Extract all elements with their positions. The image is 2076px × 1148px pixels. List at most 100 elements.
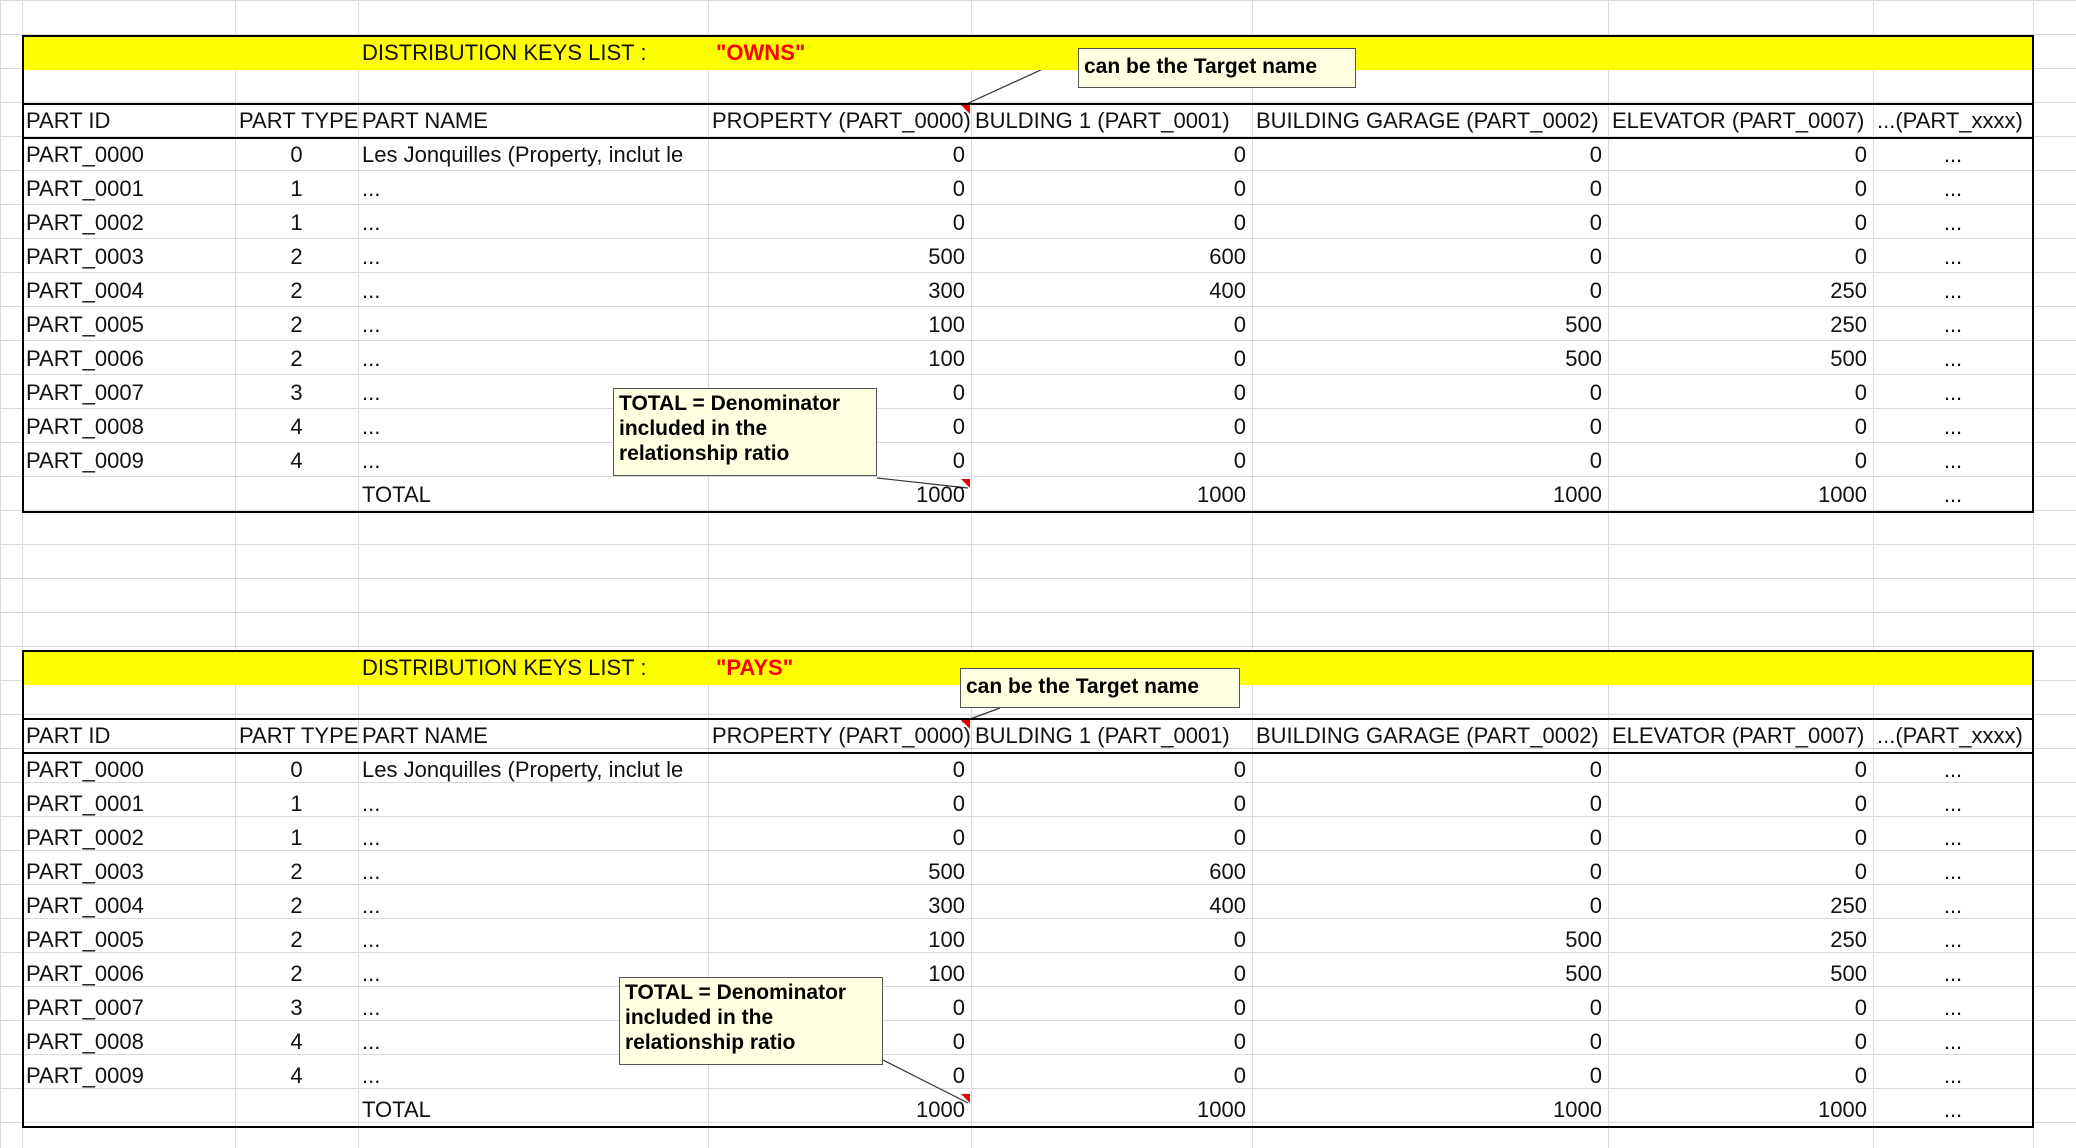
- owns-table-cell[interactable]: ...: [358, 274, 708, 308]
- pays-table-cell[interactable]: ...: [1873, 889, 2033, 923]
- owns-table-cell[interactable]: 1: [235, 172, 358, 206]
- owns-part-id-cell[interactable]: PART_0003: [22, 240, 235, 274]
- owns-table-cell[interactable]: 0: [971, 138, 1252, 172]
- pays-table-cell[interactable]: 0: [1608, 753, 1873, 787]
- owns-table-cell[interactable]: ...: [1873, 240, 2033, 274]
- pays-table-cell[interactable]: ...: [1873, 787, 2033, 821]
- pays-total-cell[interactable]: 1000: [1252, 1093, 1608, 1127]
- owns-list-name[interactable]: "OWNS": [712, 36, 912, 70]
- owns-table-cell[interactable]: 0: [708, 172, 971, 206]
- pays-table-cell[interactable]: 0: [1608, 1025, 1873, 1059]
- owns-table-cell[interactable]: 1: [235, 206, 358, 240]
- owns-table-cell[interactable]: 100: [708, 342, 971, 376]
- pays-table-cell[interactable]: ...: [1873, 753, 2033, 787]
- pays-list-name[interactable]: "PAYS": [712, 651, 912, 685]
- owns-total-cell[interactable]: 1000: [708, 478, 971, 512]
- owns-column-header[interactable]: PART ID: [22, 104, 235, 138]
- owns-table-cell[interactable]: ...: [358, 172, 708, 206]
- pays-part-id-cell[interactable]: PART_0008: [22, 1025, 235, 1059]
- owns-total-cell[interactable]: 1000: [1252, 478, 1608, 512]
- pays-total-cell[interactable]: [22, 1093, 235, 1127]
- owns-table-cell[interactable]: ...: [358, 240, 708, 274]
- owns-table-cell[interactable]: 0: [1252, 172, 1608, 206]
- pays-table-cell[interactable]: ...: [358, 923, 708, 957]
- pays-total-cell[interactable]: 1000: [708, 1093, 971, 1127]
- pays-table-cell[interactable]: ...: [1873, 821, 2033, 855]
- owns-table-cell[interactable]: 2: [235, 342, 358, 376]
- owns-column-header[interactable]: PART TYPE: [235, 104, 358, 138]
- pays-table-cell[interactable]: ...: [1873, 957, 2033, 991]
- owns-part-id-cell[interactable]: PART_0007: [22, 376, 235, 410]
- pays-table-cell[interactable]: 1: [235, 787, 358, 821]
- owns-table-cell[interactable]: 0: [971, 206, 1252, 240]
- owns-table-cell[interactable]: 500: [1608, 342, 1873, 376]
- pays-table-cell[interactable]: 0: [1252, 1025, 1608, 1059]
- pays-table-cell[interactable]: 100: [708, 923, 971, 957]
- pays-table-cell[interactable]: 2: [235, 957, 358, 991]
- owns-table-cell[interactable]: 2: [235, 240, 358, 274]
- pays-table-cell[interactable]: 400: [971, 889, 1252, 923]
- pays-table-cell[interactable]: 2: [235, 855, 358, 889]
- owns-column-header[interactable]: PART NAME: [358, 104, 708, 138]
- pays-table-cell[interactable]: ...: [1873, 991, 2033, 1025]
- owns-table-cell[interactable]: ...: [1873, 444, 2033, 478]
- owns-table-cell[interactable]: 0: [1608, 240, 1873, 274]
- pays-part-id-cell[interactable]: PART_0003: [22, 855, 235, 889]
- pays-table-cell[interactable]: 0: [971, 753, 1252, 787]
- owns-table-cell[interactable]: 0: [1252, 206, 1608, 240]
- owns-table-cell[interactable]: ...: [1873, 308, 2033, 342]
- owns-part-id-cell[interactable]: PART_0008: [22, 410, 235, 444]
- owns-table-cell[interactable]: 0: [1608, 444, 1873, 478]
- owns-table-cell[interactable]: 0: [1252, 274, 1608, 308]
- pays-table-cell[interactable]: 2: [235, 889, 358, 923]
- pays-table-cell[interactable]: 0: [708, 753, 971, 787]
- owns-table-cell[interactable]: 0: [971, 308, 1252, 342]
- owns-table-cell[interactable]: 0: [1252, 376, 1608, 410]
- pays-column-header[interactable]: PROPERTY (PART_0000): [708, 719, 971, 753]
- pays-table-cell[interactable]: 0: [1252, 889, 1608, 923]
- pays-table-cell[interactable]: 0: [1608, 855, 1873, 889]
- owns-table-cell[interactable]: 0: [1608, 376, 1873, 410]
- owns-table-cell[interactable]: ...: [358, 342, 708, 376]
- owns-table-cell[interactable]: ...: [1873, 410, 2033, 444]
- owns-table-cell[interactable]: 0: [708, 206, 971, 240]
- pays-table-cell[interactable]: 0: [1252, 787, 1608, 821]
- pays-part-id-cell[interactable]: PART_0004: [22, 889, 235, 923]
- pays-table-cell[interactable]: 500: [1252, 923, 1608, 957]
- owns-table-cell[interactable]: ...: [1873, 274, 2033, 308]
- owns-table-cell[interactable]: 250: [1608, 274, 1873, 308]
- pays-table-cell[interactable]: 4: [235, 1059, 358, 1093]
- owns-total-cell[interactable]: 1000: [1608, 478, 1873, 512]
- pays-column-header[interactable]: PART TYPE: [235, 719, 358, 753]
- owns-part-id-cell[interactable]: PART_0004: [22, 274, 235, 308]
- owns-column-header[interactable]: BUILDING GARAGE (PART_0002): [1252, 104, 1608, 138]
- owns-table-cell[interactable]: ...: [1873, 172, 2033, 206]
- pays-table-cell[interactable]: ...: [358, 787, 708, 821]
- spreadsheet-grid[interactable]: DISTRIBUTION KEYS LIST : "OWNS" PART ID PAR…: [0, 0, 2076, 1148]
- owns-table-cell[interactable]: 500: [1252, 342, 1608, 376]
- owns-table-cell[interactable]: 4: [235, 444, 358, 478]
- pays-total-cell[interactable]: 1000: [1608, 1093, 1873, 1127]
- pays-table-cell[interactable]: 0: [971, 787, 1252, 821]
- owns-table-cell[interactable]: ...: [358, 206, 708, 240]
- owns-part-id-cell[interactable]: PART_0009: [22, 444, 235, 478]
- owns-part-id-cell[interactable]: PART_0001: [22, 172, 235, 206]
- owns-total-cell[interactable]: [235, 478, 358, 512]
- pays-table-cell[interactable]: 1: [235, 821, 358, 855]
- owns-table-cell[interactable]: 0: [1252, 138, 1608, 172]
- pays-total-cell[interactable]: [235, 1093, 358, 1127]
- pays-table-cell[interactable]: 0: [971, 957, 1252, 991]
- pays-table-cell[interactable]: 0: [235, 753, 358, 787]
- pays-table-cell[interactable]: 2: [235, 923, 358, 957]
- owns-table-cell[interactable]: 500: [1252, 308, 1608, 342]
- pays-column-header[interactable]: BULDING 1 (PART_0001): [971, 719, 1252, 753]
- pays-table-cell[interactable]: 250: [1608, 889, 1873, 923]
- pays-table-cell[interactable]: 4: [235, 1025, 358, 1059]
- pays-table-cell[interactable]: 600: [971, 855, 1252, 889]
- owns-column-header[interactable]: ...(PART_xxxx): [1873, 104, 2033, 138]
- pays-table-cell[interactable]: 0: [971, 1059, 1252, 1093]
- pays-table-cell[interactable]: ...: [1873, 923, 2033, 957]
- owns-table-cell[interactable]: Les Jonquilles (Property, inclut le: [358, 138, 708, 172]
- owns-column-header[interactable]: BULDING 1 (PART_0001): [971, 104, 1252, 138]
- owns-table-cell[interactable]: ...: [1873, 376, 2033, 410]
